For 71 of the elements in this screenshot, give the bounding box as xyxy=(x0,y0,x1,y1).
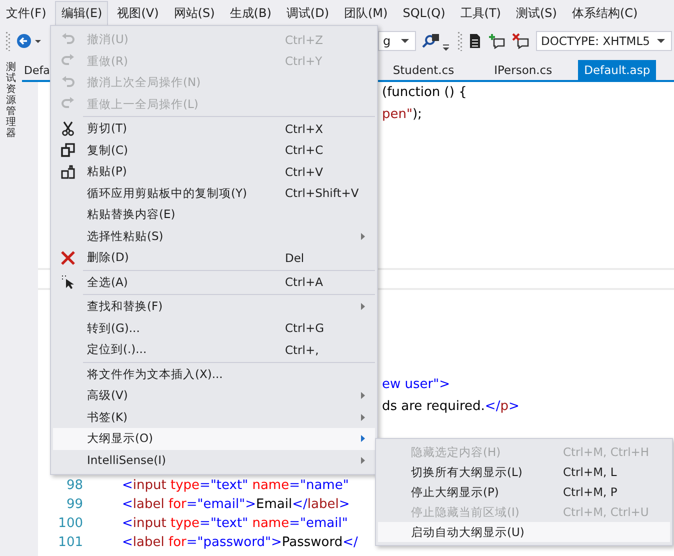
menu-bar-item[interactable]: 团队(M) xyxy=(338,0,394,26)
line-number: 99 xyxy=(65,496,83,514)
caret-icon xyxy=(657,38,665,44)
menu-bar-item[interactable]: 工具(T) xyxy=(454,0,507,26)
copy-icon xyxy=(61,143,75,158)
menu-item[interactable]: IntelliSense(I) xyxy=(53,450,375,471)
menu-item[interactable]: 查找和替换(F) xyxy=(53,296,375,318)
menu-item[interactable]: 复制(C) Ctrl+C xyxy=(53,140,375,161)
menu-item[interactable]: 删除(D) Del xyxy=(53,247,375,268)
menu-item[interactable]: 全选(A) Ctrl+A xyxy=(53,272,375,293)
line-number: 98 xyxy=(65,477,83,495)
menu-item[interactable]: 循环应用剪贴板中的复制项(Y) Ctrl+Shift+V xyxy=(53,182,375,204)
menu-item[interactable]: 切换所有大纲显示(L) Ctrl+M, L xyxy=(378,462,670,482)
submenu-arrow-icon xyxy=(361,414,365,421)
menu-item[interactable]: 将文件作为文本插入(X)... xyxy=(53,364,375,385)
code-line: ds are required.</p> xyxy=(382,398,520,416)
code-line: <label for="email">Email</label> xyxy=(122,496,350,514)
scissors-icon xyxy=(61,121,75,136)
toolbar-grip-icon xyxy=(458,31,462,51)
submenu-arrow-icon xyxy=(361,232,365,240)
menu-item[interactable]: 大纲显示(O) xyxy=(53,428,375,450)
submenu-arrow-icon xyxy=(361,392,365,400)
side-panel-tab[interactable]: 测试资源管理器 xyxy=(6,62,16,139)
line-number: 100 xyxy=(57,515,83,533)
menu-item[interactable]: 选择性粘贴(S) xyxy=(53,226,375,247)
submenu-arrow-icon xyxy=(361,303,365,310)
menu-item[interactable]: 高级(V) xyxy=(53,385,375,406)
code-line: ew user"> xyxy=(382,376,450,394)
back-arrow-icon[interactable] xyxy=(16,33,42,49)
code-line: pen"); xyxy=(382,106,422,124)
undo-icon xyxy=(61,76,75,90)
menu-item[interactable]: 剪切(T) Ctrl+X xyxy=(53,118,375,140)
menu-bar-item[interactable]: 网站(S) xyxy=(168,0,221,26)
toolbar-grip-icon xyxy=(6,31,10,51)
menu-item[interactable]: 书签(K) xyxy=(53,406,375,428)
menu-item[interactable]: 转到(G)... Ctrl+G xyxy=(53,318,375,339)
remove-comment-icon[interactable] xyxy=(512,33,530,49)
menu-item[interactable]: 粘贴替换内容(E) xyxy=(53,204,375,226)
add-comment-icon[interactable] xyxy=(488,33,506,49)
document-tab[interactable]: Default.asp xyxy=(578,60,656,80)
code-line: <input type="text" name="email" xyxy=(122,515,348,533)
menu-bar-item[interactable]: 测试(S) xyxy=(510,0,563,26)
clipboard-icon xyxy=(61,164,75,179)
document-tab[interactable]: IPerson.cs xyxy=(488,60,558,80)
document-tab[interactable]: Defa xyxy=(22,61,52,80)
cursor-icon xyxy=(61,275,75,290)
caret-icon xyxy=(401,38,409,44)
menu-item[interactable]: 粘贴(P) Ctrl+V xyxy=(53,161,375,182)
code-line: <input type="text" name="name" xyxy=(122,477,349,495)
menu-item[interactable]: 定位到(.)... Ctrl+, xyxy=(53,339,375,360)
menu-bar-item[interactable]: 体系结构(C) xyxy=(566,0,644,26)
menu-bar-item[interactable]: SQL(Q) xyxy=(396,2,452,24)
delete-icon xyxy=(61,250,75,265)
document-tab[interactable]: Student.cs xyxy=(386,60,460,80)
find-icon[interactable] xyxy=(422,31,452,51)
menu-item[interactable]: 停止大纲显示(P) Ctrl+M, P xyxy=(378,482,670,502)
undo-icon xyxy=(61,32,75,47)
code-line: (function () { xyxy=(382,84,467,102)
doctype-dropdown[interactable]: DOCTYPE: XHTML5 xyxy=(536,31,672,51)
line-number: 101 xyxy=(57,534,83,552)
submenu-arrow-icon xyxy=(361,456,365,464)
menu-bar-item[interactable]: 文件(F) xyxy=(0,0,52,26)
submenu-arrow-icon xyxy=(361,435,365,442)
menu-bar-item[interactable]: 视图(V) xyxy=(111,0,165,26)
document-icon[interactable] xyxy=(468,33,482,49)
menu-item[interactable]: 启动自动大纲显示(U) xyxy=(378,522,670,542)
menu-bar-item[interactable]: 调试(D) xyxy=(280,0,335,26)
code-line: <label for="password">Password</ xyxy=(122,534,358,552)
menu-bar-item[interactable]: 编辑(E) xyxy=(55,0,108,26)
configuration-dropdown[interactable]: g xyxy=(378,31,416,51)
menu-bar-item[interactable]: 生成(B) xyxy=(224,0,278,26)
